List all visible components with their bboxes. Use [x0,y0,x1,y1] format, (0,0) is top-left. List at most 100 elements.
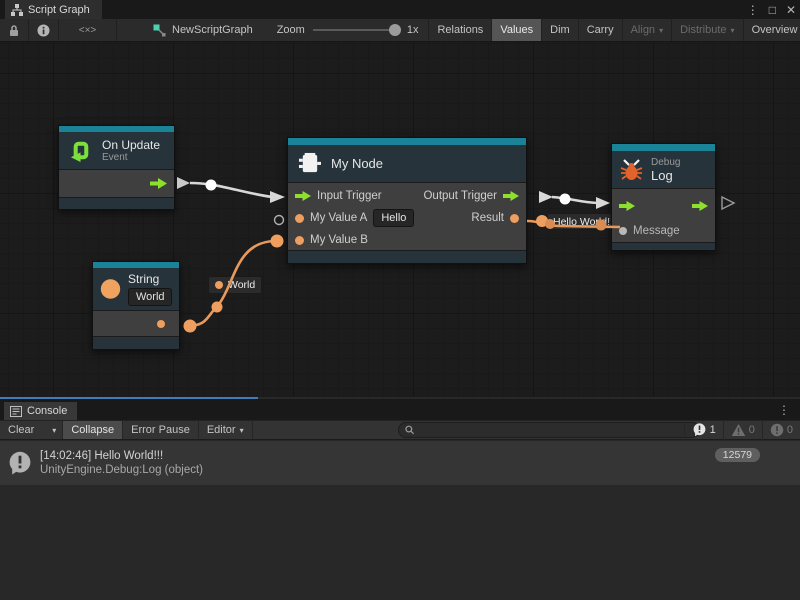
wire-source-stub [177,177,190,189]
toolbar-spacer [117,19,143,41]
dim-button[interactable]: Dim [542,19,579,41]
lock-icon [8,24,20,37]
log-collapse-count-badge: 12579 [715,448,760,462]
value-input-port[interactable] [295,236,304,245]
flow-input-port[interactable] [295,191,311,201]
flow-output-port[interactable] [503,191,519,201]
zoom-value: 1x [407,24,419,36]
wire-flow-1 [190,183,272,197]
node-my-node[interactable]: My Node Input Trigger Output Trigger My … [287,137,527,264]
node-footer [59,198,174,209]
graph-name-label: NewScriptGraph [172,24,253,36]
distribute-label: Distribute [680,24,726,36]
clear-button[interactable]: Clear [0,421,42,439]
flow-output-port[interactable] [150,178,167,189]
console-menu-icon[interactable]: ⋮ [778,403,790,417]
port-label: My Value B [310,234,368,246]
node-title: On Update [102,138,160,152]
warning-count: 0 [749,424,755,436]
window-menu-icon[interactable]: ⋮ [747,3,759,17]
chevron-down-icon: ▾ [240,426,244,435]
chevron-down-icon: ▾ [731,26,735,35]
node-accent-bar [288,138,526,145]
collapse-label: Collapse [71,424,114,436]
tab-title: Script Graph [28,4,90,16]
carry-button[interactable]: Carry [579,19,623,41]
console-panel: Console ⋮ Clear ▾ Collapse Error Pause E… [0,397,800,600]
script-graph-asset-icon [153,24,166,37]
overview-label: Overview [752,24,798,36]
unconnected-flow-stub [722,197,734,209]
value-output-port[interactable] [510,214,519,223]
relations-label: Relations [437,24,483,36]
string-value-field[interactable]: World [128,288,172,306]
wire-endpoint-dot [184,320,197,333]
value-dot-icon [215,281,223,289]
zoom-slider-handle[interactable] [389,24,401,36]
flow-input-port[interactable] [619,201,635,211]
error-pause-button[interactable]: Error Pause [123,421,199,439]
warning-count-toggle[interactable]: 0 [723,420,762,440]
tab-console[interactable]: Console [4,402,77,420]
info-button[interactable] [29,19,59,41]
values-button[interactable]: Values [492,19,542,41]
wire-value-chip-world: World [208,276,262,294]
error-pause-label: Error Pause [131,424,190,436]
close-icon[interactable]: ✕ [786,3,796,17]
lock-button[interactable] [0,19,29,41]
console-search-field[interactable] [398,422,700,438]
wire-midpoint-dot [560,194,571,205]
console-icon [10,406,22,417]
node-on-update[interactable]: On Update Event [58,125,175,210]
zoom-slider[interactable] [313,29,399,31]
wire-value-text: Hello World!!! [553,216,616,228]
editor-dropdown-button[interactable]: Editor ▾ [199,421,253,439]
node-string[interactable]: String World [92,261,180,350]
on-update-event-icon [68,138,93,163]
clear-dropdown-button[interactable]: ▾ [42,421,63,439]
error-circle-icon [770,423,784,437]
node-footer [93,337,179,349]
align-button[interactable]: Align ▾ [623,19,672,41]
flow-output-port[interactable] [692,201,708,211]
edit-source-button[interactable]: <×> [59,19,117,41]
values-label: Values [500,24,533,36]
bug-icon [620,159,643,181]
code-icon: <×> [79,25,97,36]
message-input-port[interactable] [619,227,627,235]
editor-label: Editor [207,424,236,436]
string-output-port[interactable] [157,320,165,328]
node-footer [612,243,715,250]
wire-endpoint-dot [271,235,284,248]
error-count-toggle[interactable]: 0 [762,420,800,440]
distribute-button[interactable]: Distribute ▾ [672,19,743,41]
port-label: Message [633,225,680,237]
carry-label: Carry [587,24,614,36]
maximize-icon[interactable]: □ [769,3,776,17]
graph-canvas[interactable]: World Hello World!!! On Update Event [0,42,800,397]
log-stacktrace: UnityEngine.Debug:Log (object) [40,464,203,476]
relations-button[interactable]: Relations [428,19,492,41]
node-category: Debug [651,157,680,168]
console-tab-strip: Console ⋮ [0,399,800,420]
search-input[interactable] [419,424,693,436]
wire-arrowhead [596,197,610,209]
port-label: Result [471,212,504,224]
overview-button[interactable]: Overview [744,19,800,41]
node-debug-log[interactable]: Debug Log Message [611,143,716,251]
my-value-a-field[interactable]: Hello [373,209,414,227]
wire-midpoint-dot [212,302,223,313]
wire-midpoint-dot [206,180,217,191]
collapse-button[interactable]: Collapse [63,421,123,439]
dim-label: Dim [550,24,570,36]
info-bubble-icon [692,423,707,437]
zoom-control: Zoom 1x [263,19,429,41]
value-input-port[interactable] [295,214,304,223]
log-entry-row[interactable]: [14:02:46] Hello World!!! UnityEngine.De… [0,441,800,485]
port-label: Output Trigger [423,190,497,202]
graph-asset-button[interactable]: NewScriptGraph [143,19,263,41]
graph-toolbar: <×> NewScriptGraph Zoom 1x Relations Val… [0,19,800,42]
node-footer [288,251,526,263]
tab-script-graph[interactable]: Script Graph [5,0,102,19]
info-count-toggle[interactable]: 1 [684,420,723,440]
